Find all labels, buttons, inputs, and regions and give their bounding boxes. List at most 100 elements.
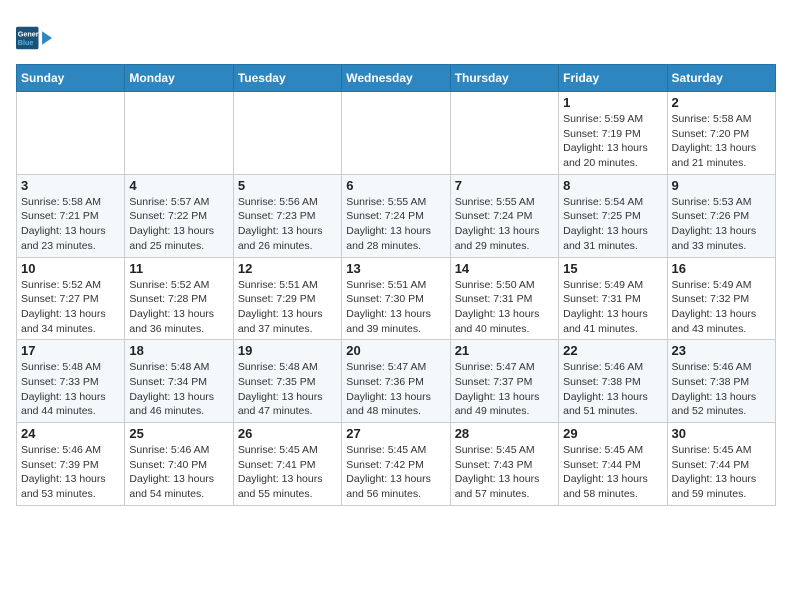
calendar-week-row: 1 Sunrise: 5:59 AM Sunset: 7:19 PM Daylig… [17,92,776,175]
day-number: 7 [455,178,554,193]
day-number: 3 [21,178,120,193]
day-number: 18 [129,343,228,358]
day-info: Sunrise: 5:46 AM Sunset: 7:40 PM Dayligh… [129,443,228,502]
day-info: Sunrise: 5:58 AM Sunset: 7:21 PM Dayligh… [21,195,120,254]
calendar-week-row: 17Sunrise: 5:48 AM Sunset: 7:33 PM Dayli… [17,340,776,423]
header: General Blue [16,16,776,56]
logo: General Blue [16,20,52,56]
weekday-header-monday: Monday [125,65,233,92]
calendar-cell: 19Sunrise: 5:48 AM Sunset: 7:35 PM Dayli… [233,340,341,423]
calendar-cell [125,92,233,175]
svg-text:General: General [18,30,45,39]
day-info: Sunrise: 5:52 AM Sunset: 7:28 PM Dayligh… [129,278,228,337]
calendar-cell: 14 Sunrise: 5:50 AM Sunset: 7:31 PM Dayli… [450,257,558,340]
day-info: Sunrise: 5:46 AM Sunset: 7:38 PM Dayligh… [563,360,662,419]
day-info: Sunrise: 5:45 AM Sunset: 7:44 PM Dayligh… [672,443,771,502]
calendar-cell [450,92,558,175]
calendar-header: SundayMondayTuesdayWednesdayThursdayFrid… [17,65,776,92]
day-number: 22 [563,343,662,358]
day-info: Sunrise: 5:48 AM Sunset: 7:34 PM Dayligh… [129,360,228,419]
day-info: Sunrise: 5:58 AM Sunset: 7:20 PM Dayligh… [672,112,771,171]
weekday-header-wednesday: Wednesday [342,65,450,92]
day-number: 28 [455,426,554,441]
day-number: 11 [129,261,228,276]
calendar-cell: 23Sunrise: 5:46 AM Sunset: 7:38 PM Dayli… [667,340,775,423]
calendar: SundayMondayTuesdayWednesdayThursdayFrid… [16,64,776,506]
day-number: 29 [563,426,662,441]
day-number: 26 [238,426,337,441]
calendar-cell: 13 Sunrise: 5:51 AM Sunset: 7:30 PM Dayli… [342,257,450,340]
calendar-cell: 7 Sunrise: 5:55 AM Sunset: 7:24 PM Daylig… [450,174,558,257]
day-number: 21 [455,343,554,358]
day-number: 9 [672,178,771,193]
weekday-header-saturday: Saturday [667,65,775,92]
day-number: 25 [129,426,228,441]
calendar-cell: 9 Sunrise: 5:53 AM Sunset: 7:26 PM Daylig… [667,174,775,257]
calendar-cell: 25 Sunrise: 5:46 AM Sunset: 7:40 PM Dayli… [125,423,233,506]
calendar-cell: 8 Sunrise: 5:54 AM Sunset: 7:25 PM Daylig… [559,174,667,257]
day-info: Sunrise: 5:50 AM Sunset: 7:31 PM Dayligh… [455,278,554,337]
calendar-cell [17,92,125,175]
logo-svg: General Blue [16,20,52,56]
calendar-body: 1 Sunrise: 5:59 AM Sunset: 7:19 PM Daylig… [17,92,776,506]
calendar-cell [233,92,341,175]
calendar-cell: 15 Sunrise: 5:49 AM Sunset: 7:31 PM Dayli… [559,257,667,340]
day-info: Sunrise: 5:51 AM Sunset: 7:30 PM Dayligh… [346,278,445,337]
calendar-cell: 30 Sunrise: 5:45 AM Sunset: 7:44 PM Dayli… [667,423,775,506]
calendar-cell: 20 Sunrise: 5:47 AM Sunset: 7:36 PM Dayli… [342,340,450,423]
calendar-cell: 24Sunrise: 5:46 AM Sunset: 7:39 PM Dayli… [17,423,125,506]
calendar-cell: 1 Sunrise: 5:59 AM Sunset: 7:19 PM Daylig… [559,92,667,175]
day-number: 8 [563,178,662,193]
weekday-header-tuesday: Tuesday [233,65,341,92]
calendar-week-row: 3 Sunrise: 5:58 AM Sunset: 7:21 PM Daylig… [17,174,776,257]
day-number: 14 [455,261,554,276]
day-number: 20 [346,343,445,358]
day-number: 4 [129,178,228,193]
calendar-cell: 21 Sunrise: 5:47 AM Sunset: 7:37 PM Dayli… [450,340,558,423]
day-info: Sunrise: 5:45 AM Sunset: 7:43 PM Dayligh… [455,443,554,502]
day-number: 13 [346,261,445,276]
calendar-cell: 3 Sunrise: 5:58 AM Sunset: 7:21 PM Daylig… [17,174,125,257]
day-info: Sunrise: 5:51 AM Sunset: 7:29 PM Dayligh… [238,278,337,337]
day-info: Sunrise: 5:45 AM Sunset: 7:42 PM Dayligh… [346,443,445,502]
svg-text:Blue: Blue [18,38,34,47]
calendar-cell: 12 Sunrise: 5:51 AM Sunset: 7:29 PM Dayli… [233,257,341,340]
calendar-cell: 5 Sunrise: 5:56 AM Sunset: 7:23 PM Daylig… [233,174,341,257]
day-info: Sunrise: 5:52 AM Sunset: 7:27 PM Dayligh… [21,278,120,337]
day-info: Sunrise: 5:54 AM Sunset: 7:25 PM Dayligh… [563,195,662,254]
day-info: Sunrise: 5:47 AM Sunset: 7:37 PM Dayligh… [455,360,554,419]
calendar-cell: 22 Sunrise: 5:46 AM Sunset: 7:38 PM Dayli… [559,340,667,423]
calendar-week-row: 10 Sunrise: 5:52 AM Sunset: 7:27 PM Dayli… [17,257,776,340]
calendar-cell: 18 Sunrise: 5:48 AM Sunset: 7:34 PM Dayli… [125,340,233,423]
weekday-header-sunday: Sunday [17,65,125,92]
day-info: Sunrise: 5:49 AM Sunset: 7:32 PM Dayligh… [672,278,771,337]
day-info: Sunrise: 5:57 AM Sunset: 7:22 PM Dayligh… [129,195,228,254]
day-number: 16 [672,261,771,276]
day-info: Sunrise: 5:47 AM Sunset: 7:36 PM Dayligh… [346,360,445,419]
calendar-cell: 16 Sunrise: 5:49 AM Sunset: 7:32 PM Dayli… [667,257,775,340]
day-number: 23 [672,343,771,358]
calendar-cell [342,92,450,175]
calendar-cell: 29Sunrise: 5:45 AM Sunset: 7:44 PM Dayli… [559,423,667,506]
day-info: Sunrise: 5:49 AM Sunset: 7:31 PM Dayligh… [563,278,662,337]
day-info: Sunrise: 5:56 AM Sunset: 7:23 PM Dayligh… [238,195,337,254]
day-number: 19 [238,343,337,358]
day-info: Sunrise: 5:55 AM Sunset: 7:24 PM Dayligh… [346,195,445,254]
calendar-cell: 17Sunrise: 5:48 AM Sunset: 7:33 PM Dayli… [17,340,125,423]
weekday-header-row: SundayMondayTuesdayWednesdayThursdayFrid… [17,65,776,92]
day-number: 12 [238,261,337,276]
day-number: 10 [21,261,120,276]
day-info: Sunrise: 5:55 AM Sunset: 7:24 PM Dayligh… [455,195,554,254]
weekday-header-friday: Friday [559,65,667,92]
day-number: 1 [563,95,662,110]
day-info: Sunrise: 5:48 AM Sunset: 7:33 PM Dayligh… [21,360,120,419]
day-number: 30 [672,426,771,441]
calendar-week-row: 24Sunrise: 5:46 AM Sunset: 7:39 PM Dayli… [17,423,776,506]
day-number: 2 [672,95,771,110]
calendar-cell: 11 Sunrise: 5:52 AM Sunset: 7:28 PM Dayli… [125,257,233,340]
day-number: 5 [238,178,337,193]
day-info: Sunrise: 5:59 AM Sunset: 7:19 PM Dayligh… [563,112,662,171]
day-info: Sunrise: 5:53 AM Sunset: 7:26 PM Dayligh… [672,195,771,254]
day-number: 15 [563,261,662,276]
day-info: Sunrise: 5:45 AM Sunset: 7:41 PM Dayligh… [238,443,337,502]
